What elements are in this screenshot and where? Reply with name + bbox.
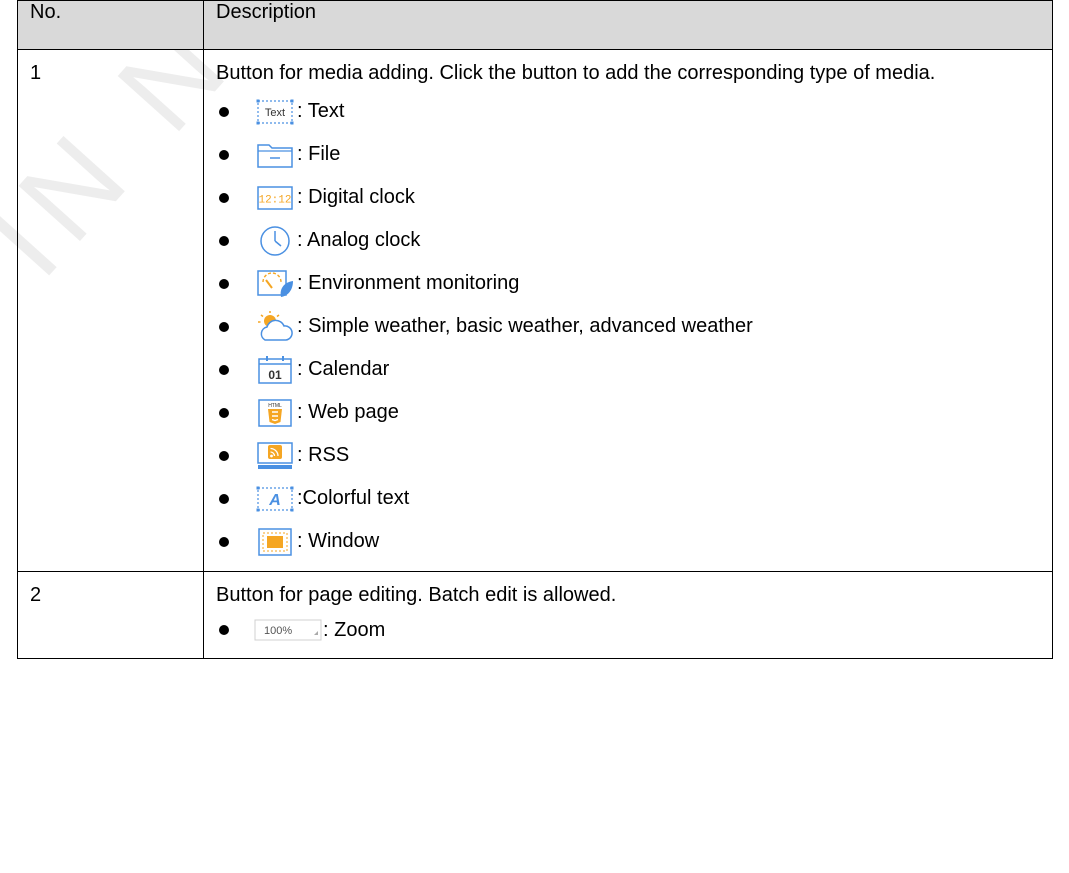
bullet-dot [219,450,229,461]
analog-clock-icon[interactable] [253,223,297,259]
item-label: :Colorful text [297,487,410,509]
page-edit-list: 100% : Zoom [216,610,1040,650]
header-description: Description [203,0,1053,50]
bullet-dot [219,321,229,332]
list-item: A :Colorful text [216,477,1040,520]
list-item: 12:12 : Digital clock [216,176,1040,219]
table-header-row: No. Description [17,0,1053,50]
bullet-dot [219,493,229,504]
row-intro: Button for page editing. Batch edit is a… [216,584,617,606]
list-item: : Window [216,520,1040,563]
item-label: : RSS [297,444,350,466]
html-icon[interactable]: HTML [253,395,297,431]
file-icon[interactable] [253,137,297,173]
header-no: No. [17,0,204,50]
bullet-dot [219,364,229,375]
row-description: Button for page editing. Batch edit is a… [203,571,1053,659]
row-number: 2 [17,571,204,659]
calendar-icon[interactable]: 01 [253,352,297,388]
text-icon[interactable]: Text [253,94,297,130]
digital-clock-icon[interactable]: 12:12 [253,180,297,216]
list-item: 01 : Calendar [216,348,1040,391]
description-table: No. Description 1 Button for media addin… [17,0,1053,659]
bullet-dot [219,536,229,547]
item-label: : Web page [297,401,399,423]
rss-icon[interactable] [253,438,297,474]
item-label: : Simple weather, basic weather, advance… [297,315,753,337]
svg-text:A: A [268,492,281,509]
svg-text:Text: Text [265,107,285,119]
bullet-dot [219,192,229,203]
item-label: : Text [297,100,345,122]
bullet-dot [219,106,229,117]
list-item: : File [216,133,1040,176]
svg-text:100%: 100% [264,625,292,637]
table-row: 2 Button for page editing. Batch edit is… [17,571,1053,659]
list-item: : Environment monitoring [216,262,1040,305]
bullet-dot [219,625,229,635]
weather-icon[interactable] [253,309,297,345]
window-icon[interactable] [253,524,297,560]
item-label: : Calendar [297,358,390,380]
zoom-dropdown[interactable]: 100% [253,612,323,648]
table-row: 1 Button for media adding. Click the but… [17,49,1053,572]
bullet-dot [219,149,229,160]
row-description: Button for media adding. Click the butto… [203,49,1053,572]
bullet-dot [219,235,229,246]
list-item: : RSS [216,434,1040,477]
svg-text:12:12: 12:12 [258,194,291,206]
item-label: : Environment monitoring [297,272,520,294]
bullet-dot [219,278,229,289]
row-number: 1 [17,49,204,572]
svg-text:HTML: HTML [268,403,282,409]
list-item: Text : Text [216,90,1040,133]
row-intro: Button for media adding. Click the butto… [216,62,936,84]
item-label: : Zoom [323,618,386,641]
colorful-text-icon[interactable]: A [253,481,297,517]
environment-monitoring-icon[interactable] [253,266,297,302]
item-label: : Analog clock [297,229,421,251]
list-item: : Analog clock [216,219,1040,262]
media-type-list: Text : Text : File 12:12: Digital clock… [216,90,1040,563]
list-item: HTML : Web page [216,391,1040,434]
bullet-dot [219,407,229,418]
list-item: 100% : Zoom [216,610,1040,650]
item-label: : Digital clock [297,186,415,208]
list-item: : Simple weather, basic weather, advance… [216,305,1040,348]
item-label: : File [297,143,341,165]
item-label: : Window [297,530,380,552]
svg-text:01: 01 [268,368,282,382]
